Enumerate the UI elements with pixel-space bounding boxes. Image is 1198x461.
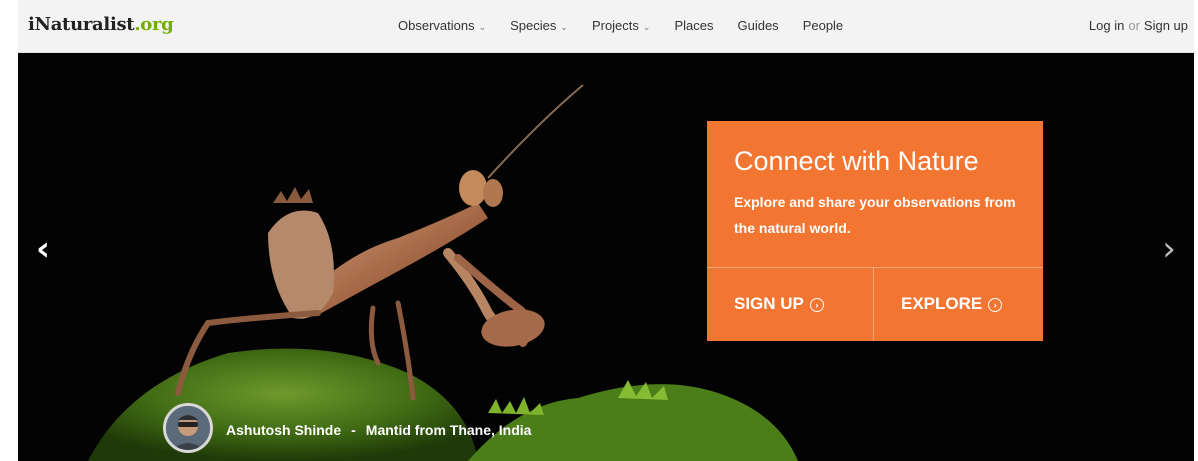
cta-subtitle: Explore and share your observations from… (734, 194, 1016, 236)
nav-observations[interactable]: Observations ⌄ (398, 18, 486, 33)
photographer-name[interactable]: Ashutosh Shinde (226, 422, 341, 438)
chevron-down-icon: ⌄ (560, 22, 568, 32)
inaturalist-logo[interactable]: iNaturalist.org (28, 14, 174, 35)
chevron-down-icon: ⌄ (478, 22, 487, 32)
cta-title: Connect with Nature (734, 146, 979, 176)
auth-links: Log in or Sign up (1089, 18, 1188, 33)
photo-caption: Ashutosh Shinde - Mantid from Thane, India (18, 403, 1194, 461)
logo-text: iNaturalist (28, 14, 135, 35)
caption-separator: - (351, 422, 356, 438)
nav-label: Species (510, 18, 557, 33)
login-link[interactable]: Log in (1089, 18, 1124, 33)
nav-label: People (802, 18, 844, 33)
nav-label: Projects (591, 18, 639, 33)
sign-up-button[interactable]: SIGN UP › (734, 267, 824, 341)
auth-or-text: or (1128, 18, 1140, 33)
observation-title[interactable]: Mantid from Thane, India (366, 422, 532, 438)
sign-up-label: SIGN UP (734, 294, 804, 313)
nav-guides[interactable]: Guides (737, 18, 778, 33)
nav-species[interactable]: Species ⌄ (510, 18, 568, 33)
nav-projects[interactable]: Projects ⌄ (592, 18, 651, 33)
avatar-icon (166, 406, 210, 450)
chevron-right-icon[interactable]: › (1154, 231, 1184, 267)
chevron-down-icon: ⌄ (642, 22, 651, 32)
chevron-left-icon[interactable]: ‹ (28, 231, 58, 267)
explore-label: EXPLORE (901, 294, 983, 313)
signup-link[interactable]: Sign up (1144, 18, 1188, 33)
connect-cta-panel: Connect with Nature Explore and share yo… (707, 121, 1043, 341)
top-navbar: iNaturalist.org Observations ⌄ Species ⌄ P… (18, 0, 1194, 53)
avatar[interactable] (163, 403, 213, 453)
nav-label: Places (674, 18, 714, 33)
main-menu: Observations ⌄ Species ⌄ Projects ⌄ Places … (398, 18, 867, 33)
divider (873, 267, 874, 341)
explore-button[interactable]: EXPLORE › (901, 267, 1003, 341)
nav-label: Observations (398, 18, 475, 33)
page-frame: iNaturalist.org Observations ⌄ Species ⌄ P… (18, 0, 1194, 461)
arrow-circle-right-icon: › (809, 297, 824, 312)
logo-domain: .org (134, 14, 174, 35)
nav-places[interactable]: Places (674, 18, 713, 33)
nav-people[interactable]: People (803, 18, 843, 33)
caption-text: Ashutosh Shinde - Mantid from Thane, India (226, 422, 531, 438)
hero-carousel: ‹ › Connect with Nature Explore and shar… (18, 53, 1194, 461)
arrow-circle-right-icon: › (988, 297, 1003, 312)
nav-label: Guides (737, 18, 779, 33)
